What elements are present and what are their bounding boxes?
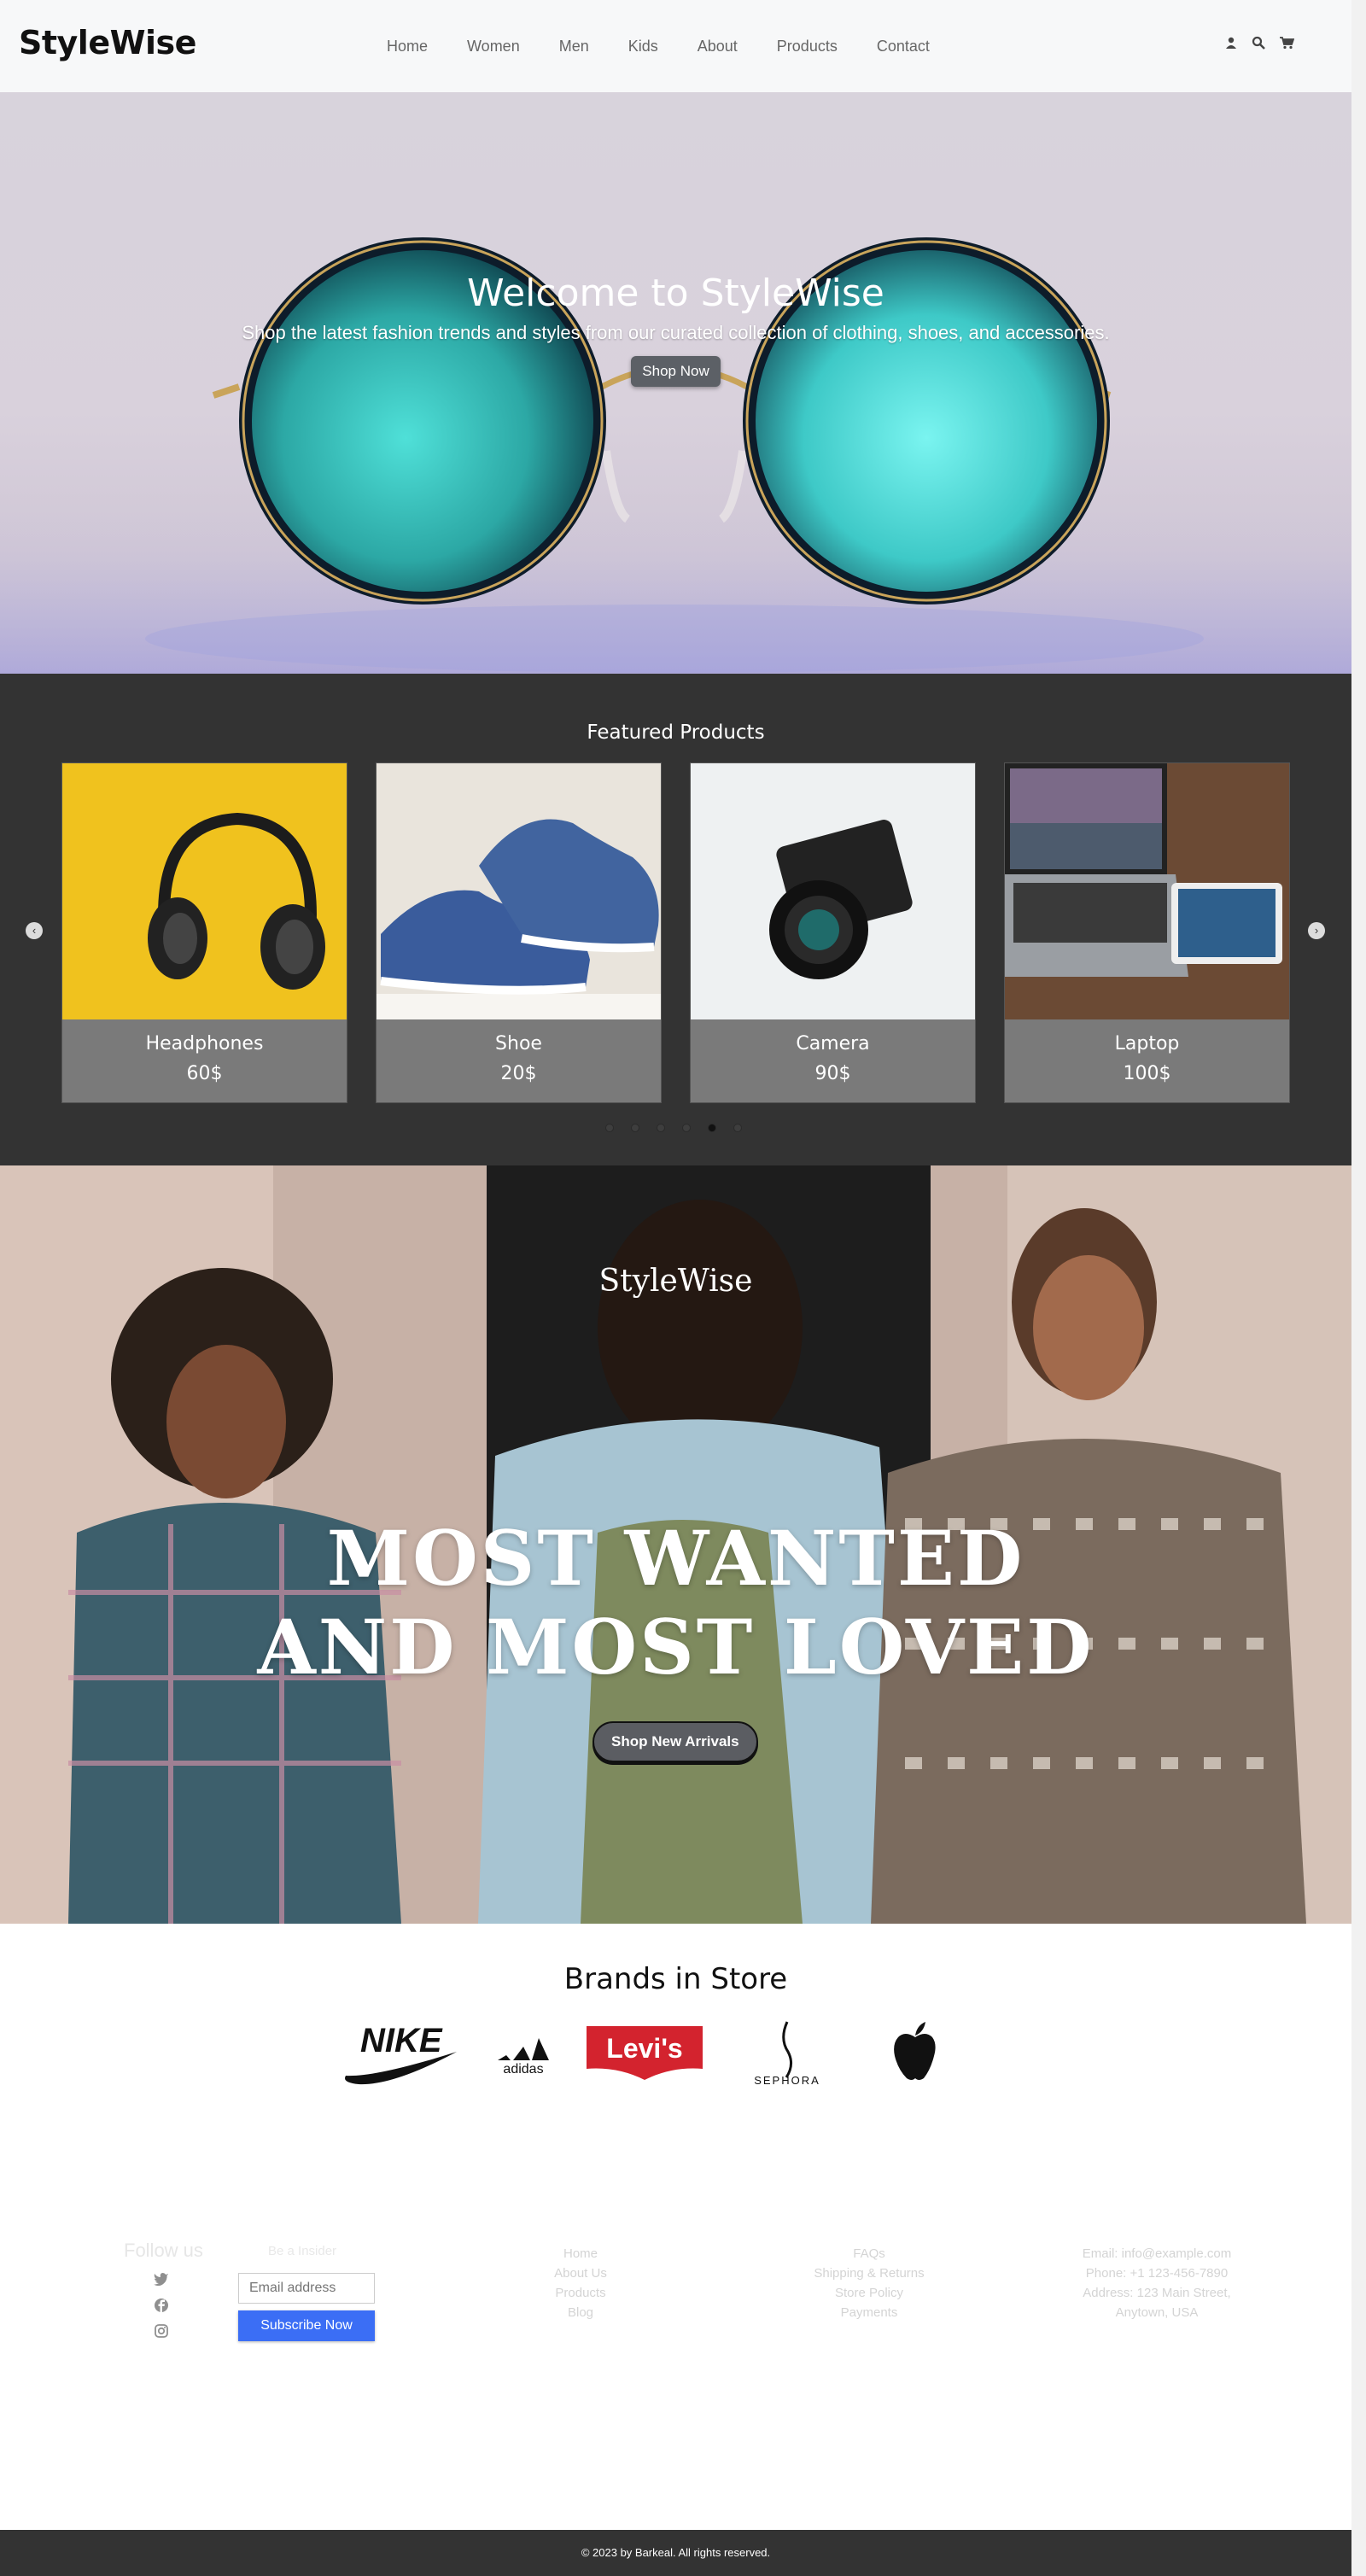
facebook-icon[interactable] xyxy=(154,2298,169,2313)
page-scrollbar[interactable] xyxy=(1351,0,1366,2576)
site-logo[interactable]: StyleWise xyxy=(19,24,196,61)
footer-link-payments[interactable]: Payments xyxy=(784,2303,954,2322)
subscribe-button[interactable]: Subscribe Now xyxy=(238,2310,375,2341)
site-footer: Follow us Be a Insider Subscribe Now Hom… xyxy=(0,2103,1351,2530)
product-card[interactable]: Shoe 20$ xyxy=(376,762,662,1103)
headline-line-1: MOST WANTED xyxy=(326,1514,1025,1603)
twitter-icon[interactable] xyxy=(154,2272,169,2287)
apple-logo[interactable]: apple xyxy=(855,2018,975,2086)
sephora-logo[interactable]: SEPHORA xyxy=(719,2018,855,2086)
contact-email: Email: info@example.com xyxy=(1082,2246,1232,2261)
brands-title: Brands in Store xyxy=(563,1962,788,1996)
svg-text:Levi's: Levi's xyxy=(606,2033,682,2064)
nav-kids[interactable]: Kids xyxy=(628,38,658,55)
hero-section: Welcome to StyleWise Shop the latest fas… xyxy=(0,92,1351,674)
copyright-text: © 2023 by Barkeal. All rights reserved. xyxy=(581,2546,771,2559)
product-price: 20$ xyxy=(500,1063,537,1084)
hero-content: Welcome to StyleWise Shop the latest fas… xyxy=(0,272,1351,387)
footer-link-about[interactable]: About Us xyxy=(529,2263,632,2283)
cart-icon[interactable] xyxy=(1279,36,1295,51)
product-name: Camera xyxy=(796,1033,870,1054)
footer-links-help: FAQs Shipping & Returns Store Policy Pay… xyxy=(784,2244,954,2322)
headphones-image xyxy=(62,763,347,1019)
product-price: 100$ xyxy=(1123,1063,1171,1084)
footer-link-shipping[interactable]: Shipping & Returns xyxy=(784,2263,954,2283)
svg-text:apple: apple xyxy=(914,2082,917,2083)
featured-title: Featured Products xyxy=(587,721,765,744)
page: StyleWise Home Women Men Kids About Prod… xyxy=(0,0,1366,2576)
levis-logo[interactable]: Levi's xyxy=(581,2018,709,2086)
hero-title: Welcome to StyleWise xyxy=(467,272,884,315)
contact-address: Address: 123 Main Street, xyxy=(1083,2286,1231,2300)
brand-logos: NIKE adidas Levi's SEPHORA xyxy=(342,2018,975,2086)
nav-men[interactable]: Men xyxy=(559,38,589,55)
headline-line-2: AND MOST LOVED xyxy=(257,1603,1095,1691)
nav-women[interactable]: Women xyxy=(467,38,520,55)
product-name: Laptop xyxy=(1114,1033,1180,1054)
nav-about[interactable]: About xyxy=(698,38,738,55)
svg-text:adidas: adidas xyxy=(503,2062,543,2077)
footer-contact: Email: info@example.com Phone: +1 123-45… xyxy=(1054,2244,1259,2322)
instagram-icon[interactable] xyxy=(154,2323,169,2339)
footer-link-faqs[interactable]: FAQs xyxy=(784,2244,954,2263)
svg-text:NIKE: NIKE xyxy=(360,2022,443,2059)
carousel-prev-button[interactable]: ‹ xyxy=(26,922,43,939)
follow-us-title: Follow us xyxy=(124,2240,203,2261)
footer-link-home[interactable]: Home xyxy=(529,2244,632,2263)
banner-brand: StyleWise xyxy=(598,1264,753,1299)
product-card[interactable]: Laptop 100$ xyxy=(1004,762,1290,1103)
laptop-image xyxy=(1005,763,1289,1019)
brands-section: Brands in Store NIKE adidas Levi's SEPHO… xyxy=(0,1924,1351,2103)
nike-logo[interactable]: NIKE xyxy=(342,2018,461,2086)
product-card[interactable]: Headphones 60$ xyxy=(61,762,347,1103)
footer-links-main: Home About Us Products Blog xyxy=(529,2244,632,2322)
featured-products-section: Featured Products ‹ › Headphones 60$ Sho… xyxy=(0,674,1351,1165)
carousel-dots xyxy=(605,1124,742,1132)
adidas-logo[interactable]: adidas xyxy=(476,2018,570,2086)
nav-contact[interactable]: Contact xyxy=(877,38,930,55)
svg-text:SEPHORA: SEPHORA xyxy=(754,2074,820,2086)
carousel-next-button[interactable]: › xyxy=(1308,922,1325,939)
insider-title: Be a Insider xyxy=(268,2244,337,2258)
shop-new-arrivals-button[interactable]: Shop New Arrivals xyxy=(593,1721,758,1762)
product-name: Headphones xyxy=(145,1033,264,1054)
shoe-image xyxy=(377,763,661,1019)
header-icons xyxy=(1224,36,1295,51)
footer-link-products[interactable]: Products xyxy=(529,2283,632,2303)
carousel-dot[interactable] xyxy=(733,1124,742,1132)
email-input[interactable] xyxy=(238,2273,375,2304)
footer-link-blog[interactable]: Blog xyxy=(529,2303,632,2322)
search-icon[interactable] xyxy=(1252,36,1267,51)
user-icon[interactable] xyxy=(1224,36,1240,51)
hero-subtitle: Shop the latest fashion trends and style… xyxy=(242,322,1110,343)
promo-banner: StyleWise MOST WANTED AND MOST LOVED Sho… xyxy=(0,1165,1351,1924)
product-price: 60$ xyxy=(186,1063,223,1084)
product-card[interactable]: Camera 90$ xyxy=(690,762,976,1103)
product-carousel: Headphones 60$ Shoe 20$ Camera 90$ Lapto… xyxy=(61,762,1290,1103)
main-nav: Home Women Men Kids About Products Conta… xyxy=(367,0,949,92)
product-price: 90$ xyxy=(814,1063,851,1084)
product-name: Shoe xyxy=(495,1033,542,1054)
carousel-dot-active[interactable] xyxy=(708,1124,716,1132)
shop-now-button[interactable]: Shop Now xyxy=(631,356,721,387)
contact-phone: Phone: +1 123-456-7890 xyxy=(1085,2266,1229,2281)
carousel-dot[interactable] xyxy=(657,1124,665,1132)
camera-image xyxy=(691,763,975,1019)
footer-link-policy[interactable]: Store Policy xyxy=(784,2283,954,2303)
nav-home[interactable]: Home xyxy=(387,38,428,55)
banner-headline: MOST WANTED AND MOST LOVED xyxy=(0,1514,1351,1691)
carousel-dot[interactable] xyxy=(605,1124,614,1132)
site-header: StyleWise Home Women Men Kids About Prod… xyxy=(0,0,1351,92)
contact-city: Anytown, USA xyxy=(1115,2305,1199,2320)
nav-products[interactable]: Products xyxy=(777,38,838,55)
carousel-dot[interactable] xyxy=(631,1124,639,1132)
copyright-bar: © 2023 by Barkeal. All rights reserved. xyxy=(0,2530,1351,2576)
carousel-dot[interactable] xyxy=(682,1124,691,1132)
